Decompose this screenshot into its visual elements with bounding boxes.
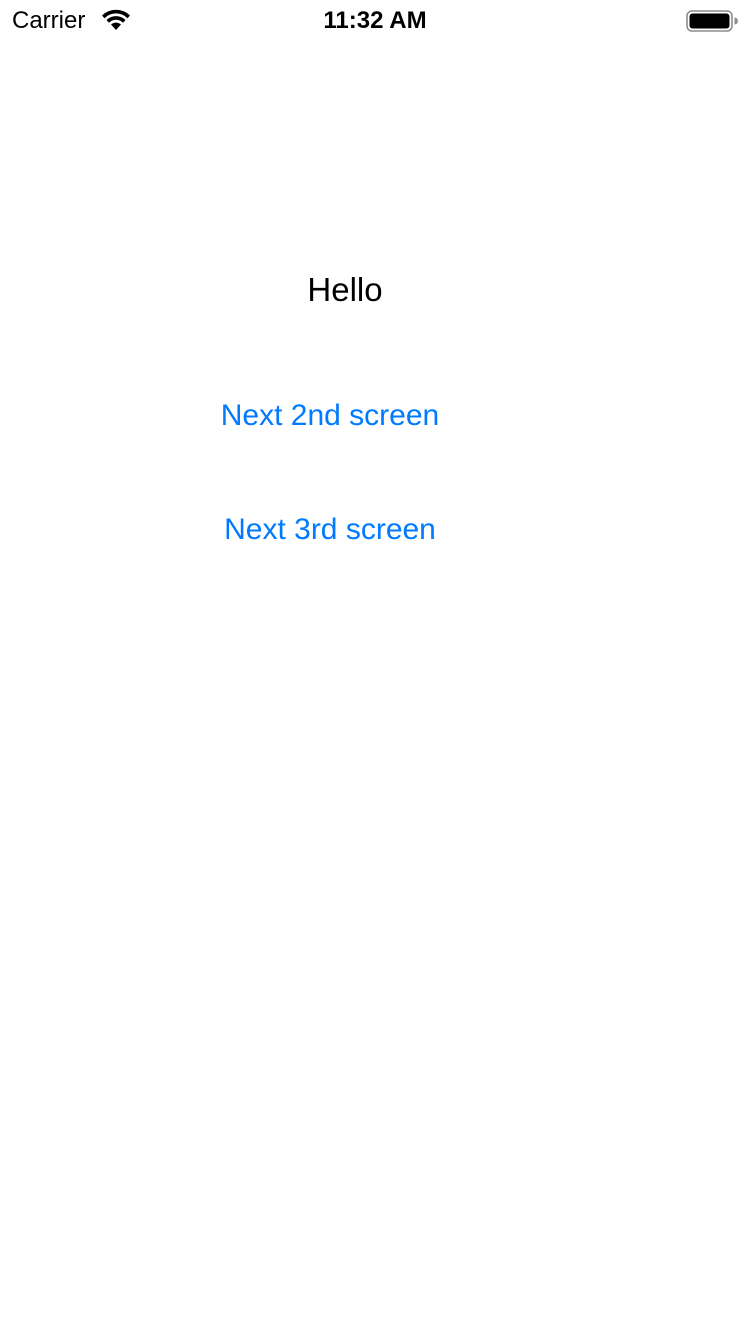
greeting-label: Hello (307, 271, 383, 308)
status-bar: Carrier 11:32 AM (0, 0, 750, 40)
app-screen: Carrier 11:32 AM Hello Next 2nd screen N… (0, 0, 750, 1334)
next-2nd-screen-button[interactable]: Next 2nd screen (180, 397, 480, 435)
clock: 11:32 AM (323, 7, 427, 34)
battery-icon (686, 10, 738, 32)
next-3rd-screen-button[interactable]: Next 3rd screen (180, 511, 480, 549)
